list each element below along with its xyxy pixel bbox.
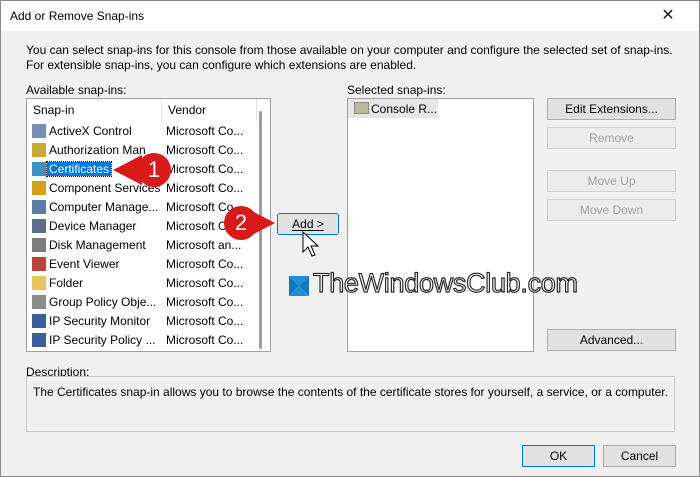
callout-2-badge: 2 [224,206,258,240]
callout-1-badge: 1 [137,153,171,187]
mouse-cursor-icon [302,230,320,257]
watermark-text: TheWindowsClub.com [312,267,578,298]
callout-arrows [113,155,320,257]
windows-logo-icon [289,276,309,296]
